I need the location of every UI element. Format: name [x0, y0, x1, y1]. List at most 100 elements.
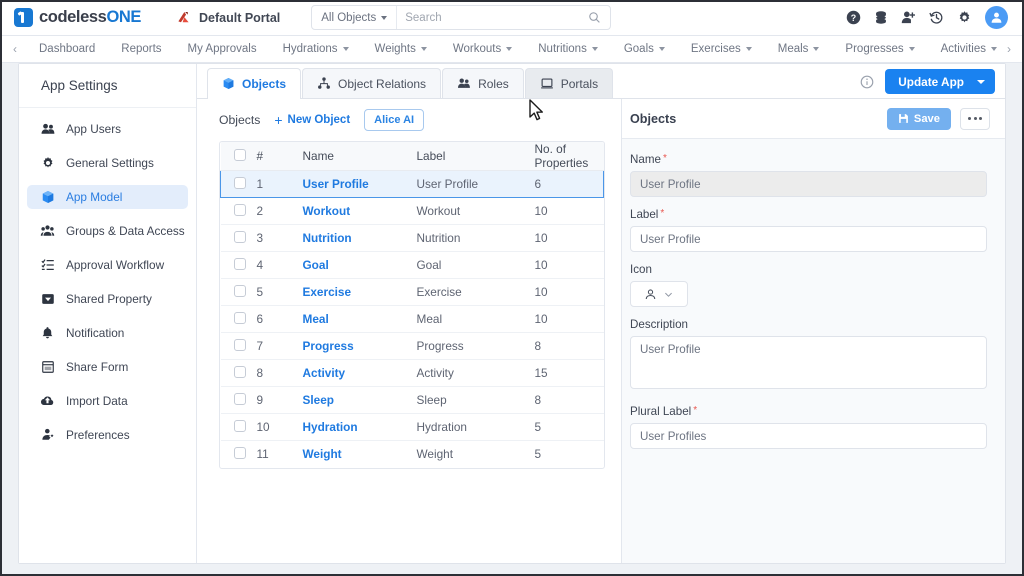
tab-objects[interactable]: Objects	[207, 68, 302, 99]
row-name-link[interactable]: Weight	[303, 447, 342, 461]
nav-item-nutritions[interactable]: Nutritions	[525, 36, 611, 62]
label-input[interactable]	[630, 226, 987, 252]
row-checkbox[interactable]	[233, 365, 246, 378]
nav-item-label: Weights	[374, 43, 416, 55]
avatar[interactable]	[985, 6, 1008, 29]
table-row[interactable]: 1 User Profile User Profile 6	[220, 170, 604, 198]
update-app-label: Update App	[898, 74, 964, 89]
row-name-link[interactable]: Progress	[303, 339, 354, 353]
nav-item-exercises[interactable]: Exercises	[678, 36, 765, 62]
sidebar-item-groups-data-access[interactable]: Groups & Data Access	[27, 219, 188, 243]
help-icon[interactable]: ?	[846, 10, 861, 25]
field-label-label: Label *	[630, 208, 987, 221]
table-row[interactable]: 5 Exercise Exercise 10	[220, 278, 604, 306]
object-filter-dropdown[interactable]: All Objects	[312, 6, 398, 29]
row-name-link[interactable]: Sleep	[303, 393, 334, 407]
row-name-link[interactable]: Nutrition	[303, 231, 352, 245]
row-name-link[interactable]: Workout	[303, 204, 351, 218]
row-checkbox[interactable]	[233, 230, 246, 243]
table-row[interactable]: 6 Meal Meal 10	[220, 305, 604, 333]
name-input[interactable]	[630, 171, 987, 197]
history-icon[interactable]	[929, 10, 944, 25]
sidebar-item-notification[interactable]: Notification	[27, 321, 188, 345]
row-name-link[interactable]: User Profile	[303, 177, 369, 191]
table-row[interactable]: 4 Goal Goal 10	[220, 251, 604, 279]
row-checkbox[interactable]	[233, 203, 246, 216]
table-row[interactable]: 9 Sleep Sleep 8	[220, 386, 604, 414]
row-name-link[interactable]: Activity	[303, 366, 346, 380]
nav-item-meals[interactable]: Meals	[765, 36, 833, 62]
sidebar-item-label: Groups & Data Access	[66, 224, 185, 238]
sidebar-item-app-model[interactable]: App Model	[27, 185, 188, 209]
table-row[interactable]: 10 Hydration Hydration 5	[220, 413, 604, 441]
icon-select[interactable]	[630, 281, 688, 307]
table-row[interactable]: 3 Nutrition Nutrition 10	[220, 224, 604, 252]
row-checkbox[interactable]	[233, 284, 246, 297]
row-select-cell	[220, 251, 257, 279]
tab-object-relations[interactable]: Object Relations	[302, 68, 442, 98]
nav-item-activities[interactable]: Activities	[928, 36, 998, 62]
plural-label-input[interactable]	[630, 423, 987, 449]
nav-item-reports[interactable]: Reports	[108, 36, 174, 62]
row-label: Exercise	[416, 278, 535, 306]
tab-portals[interactable]: Portals	[524, 68, 614, 98]
nav-scroll-left-icon[interactable]: ‹	[4, 42, 26, 56]
field-icon-label: Icon	[630, 263, 652, 276]
row-checkbox[interactable]	[233, 419, 246, 432]
row-name-link[interactable]: Hydration	[303, 420, 358, 434]
sidebar-item-approval-workflow[interactable]: Approval Workflow	[27, 253, 188, 277]
nav-scroll-right-icon[interactable]: ›	[998, 42, 1020, 56]
nav-item-my-approvals[interactable]: My Approvals	[175, 36, 270, 62]
row-checkbox[interactable]	[233, 257, 246, 270]
row-label: Meal	[416, 305, 535, 333]
required-marker: *	[660, 208, 665, 219]
column-label: Label	[416, 142, 535, 171]
more-options-button[interactable]	[960, 107, 990, 130]
table-row[interactable]: 8 Activity Activity 15	[220, 359, 604, 387]
new-object-label: New Object	[287, 114, 351, 126]
portal-selector[interactable]: Default Portal	[175, 10, 280, 26]
row-checkbox[interactable]	[234, 176, 246, 189]
table-row[interactable]: 7 Progress Progress 8	[220, 332, 604, 360]
nav-item-goals[interactable]: Goals	[611, 36, 678, 62]
row-name-link[interactable]: Exercise	[303, 285, 352, 299]
sidebar-item-share-form[interactable]: Share Form	[27, 355, 188, 379]
field-plural-label-label: Plural Label *	[630, 405, 987, 418]
row-select-cell	[220, 170, 257, 198]
tab-roles[interactable]: Roles	[442, 68, 524, 98]
save-button[interactable]: Save	[886, 107, 951, 130]
search-input[interactable]	[397, 11, 589, 24]
sidebar-item-app-users[interactable]: App Users	[27, 117, 188, 141]
nav-item-dashboard[interactable]: Dashboard	[26, 36, 108, 62]
update-app-button[interactable]: Update App	[885, 69, 995, 94]
row-index: 3	[256, 224, 303, 252]
database-icon[interactable]	[874, 10, 888, 25]
search-bar: All Objects	[311, 5, 612, 30]
info-icon[interactable]	[860, 75, 874, 89]
nav-item-weights[interactable]: Weights	[362, 36, 440, 62]
row-checkbox[interactable]	[233, 392, 246, 405]
row-name-link[interactable]: Goal	[303, 258, 329, 272]
table-row[interactable]: 2 Workout Workout 10	[220, 197, 604, 225]
row-name-link[interactable]: Meal	[303, 312, 329, 326]
nav-item-progresses[interactable]: Progresses	[832, 36, 927, 62]
description-textarea[interactable]	[630, 336, 987, 389]
table-row[interactable]: 11 Weight Weight 5	[221, 441, 604, 468]
brand-logo[interactable]: codelessONE	[8, 8, 141, 27]
search-icon[interactable]	[588, 11, 610, 24]
portal-icon	[540, 78, 553, 89]
new-object-button[interactable]: + New Object	[274, 113, 350, 127]
row-checkbox[interactable]	[233, 311, 246, 324]
sidebar-item-general-settings[interactable]: General Settings	[27, 151, 188, 175]
sidebar-item-preferences[interactable]: Preferences	[27, 423, 188, 447]
gear-icon[interactable]	[957, 10, 972, 25]
nav-item-workouts[interactable]: Workouts	[440, 36, 525, 62]
add-user-icon[interactable]	[901, 10, 916, 25]
sidebar-item-shared-property[interactable]: Shared Property	[27, 287, 188, 311]
alice-ai-button[interactable]: Alice AI	[364, 109, 425, 131]
row-checkbox[interactable]	[233, 446, 246, 459]
sidebar-item-import-data[interactable]: Import Data	[27, 389, 188, 413]
select-all-checkbox[interactable]	[233, 148, 246, 161]
row-checkbox[interactable]	[233, 338, 246, 351]
nav-item-hydrations[interactable]: Hydrations	[270, 36, 362, 62]
